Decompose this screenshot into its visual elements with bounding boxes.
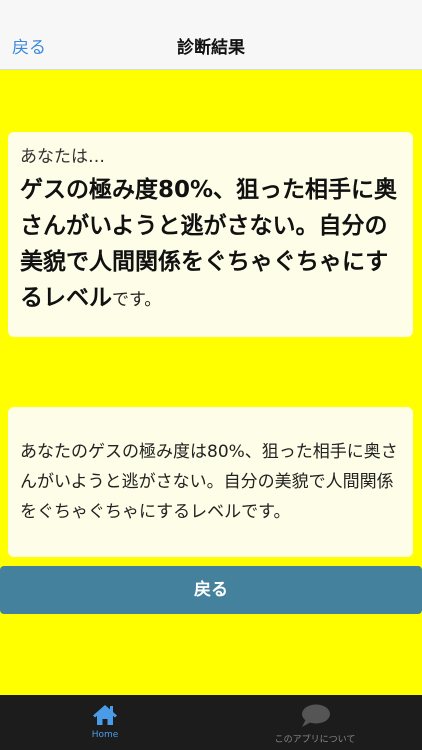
back-button[interactable]: 戻る <box>0 566 422 614</box>
result-suffix: です。 <box>112 290 162 311</box>
detail-card: あなたのゲスの極み度は80%、狙った相手に奥さんがいようと逃がさない。自分の美貌… <box>8 407 413 557</box>
tab-bar: Home このアプリについて <box>0 695 422 750</box>
result-headline: ゲスの極み度80%、狙った相手に奥さんがいようと逃がさない。自分の美貌で人間関係… <box>20 172 403 318</box>
tab-about-app[interactable]: このアプリについて <box>255 695 375 750</box>
result-intro: あなたは… <box>20 147 105 167</box>
page-title: 診断結果 <box>177 38 245 58</box>
tab-about-label: このアプリについて <box>274 735 356 745</box>
home-icon <box>93 705 117 725</box>
speech-bubble-icon <box>302 704 330 727</box>
tab-home[interactable]: Home <box>55 695 155 750</box>
navigation-bar: 戻る 診断結果 <box>0 0 422 70</box>
result-card: あなたは… ゲスの極み度80%、狙った相手に奥さんがいようと逃がさない。自分の美… <box>8 132 413 337</box>
detail-text: あなたのゲスの極み度は80%、狙った相手に奥さんがいようと逃がさない。自分の美貌… <box>20 442 398 522</box>
result-main-text: ゲスの極み度80%、狙った相手に奥さんがいようと逃がさない。自分の美貌で人間関係… <box>20 177 398 312</box>
tab-home-label: Home <box>91 730 119 740</box>
main-content: あなたは… ゲスの極み度80%、狙った相手に奥さんがいようと逃がさない。自分の美… <box>0 70 422 695</box>
